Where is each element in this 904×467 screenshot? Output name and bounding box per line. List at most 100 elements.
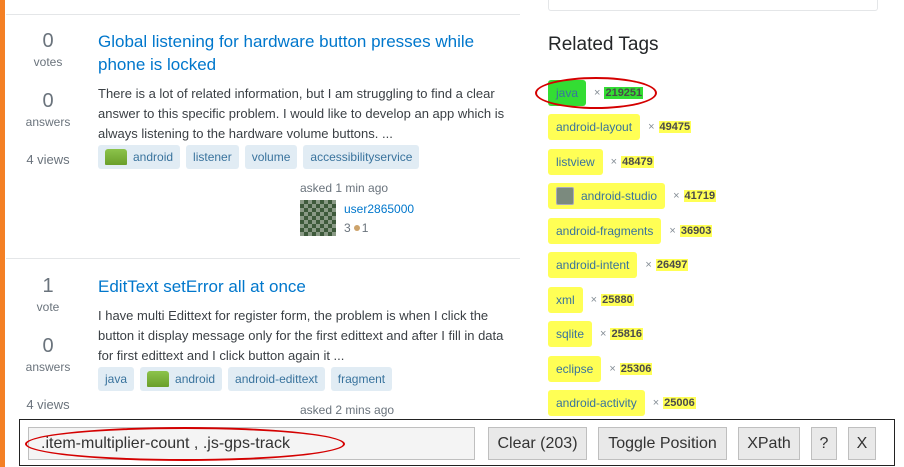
multiplier-sign: × (594, 87, 601, 99)
close-button[interactable]: X (848, 427, 876, 460)
reputation-score: 3 (344, 221, 351, 235)
tag-volume[interactable]: volume (244, 145, 298, 169)
vote-count-number: 1 (42, 275, 54, 297)
multiplier-sign: × (610, 156, 618, 168)
question-tags: android listener volume accessibilityser… (98, 145, 420, 169)
answer-count-label: answers (25, 115, 71, 129)
bronze-badge-icon (353, 225, 360, 232)
related-tag-row: android-layout × 49475 (548, 113, 692, 141)
answer-count-number: 0 (42, 90, 54, 112)
tag-accessibilityservice[interactable]: accessibilityservice (303, 145, 420, 169)
tag-android[interactable]: android (140, 367, 223, 391)
asked-time: asked 2 mins ago (300, 403, 395, 417)
multiplier-sign: × (673, 190, 680, 202)
view-count: 4 views (26, 152, 70, 167)
help-button[interactable]: ? (811, 427, 837, 460)
android-studio-icon (556, 187, 574, 205)
user-reputation: 31 (344, 221, 368, 235)
multiplier-sign: × (652, 397, 660, 409)
item-multiplier-count: 26497 (655, 259, 689, 271)
tag-android-edittext[interactable]: android-edittext (228, 367, 325, 391)
tag-label: android-studio (581, 189, 658, 203)
related-tag-java[interactable]: java (548, 80, 587, 106)
user-name-link[interactable]: user2865000 (344, 202, 414, 216)
question-body: Global listening for hardware button pre… (98, 30, 510, 169)
related-tag-android-layout[interactable]: android-layout (548, 114, 641, 140)
answer-count-label: answers (25, 360, 71, 374)
item-multiplier-count: 48479 (621, 156, 654, 168)
vote-count-label: vote (36, 300, 60, 314)
related-tag-eclipse[interactable]: eclipse (548, 356, 602, 382)
related-tag-sqlite[interactable]: sqlite (548, 321, 593, 347)
user-avatar[interactable] (300, 200, 336, 236)
question-title-link[interactable]: Global listening for hardware button pre… (98, 30, 510, 76)
divider (6, 258, 520, 259)
clear-button[interactable]: Clear (203) (488, 427, 587, 460)
item-multiplier-count: 25306 (619, 363, 653, 375)
related-tags-heading: Related Tags (548, 34, 659, 55)
selector-input[interactable] (28, 427, 475, 460)
xpath-button[interactable]: XPath (738, 427, 800, 460)
question-excerpt: There is a lot of related information, b… (98, 86, 505, 141)
tag-label: android (133, 150, 174, 164)
question-excerpt: I have multi Edittext for register form,… (98, 308, 504, 363)
item-multiplier-count: 49475 (658, 121, 692, 133)
item-multiplier-count: 41719 (683, 190, 717, 202)
related-tag-android-fragments[interactable]: android-fragments (548, 218, 662, 244)
related-tag-row: android-fragments × 36903 (548, 217, 713, 245)
toggle-position-button[interactable]: Toggle Position (598, 427, 727, 460)
vote-count-label: votes (33, 55, 63, 69)
active-question-accent (0, 0, 5, 467)
multiplier-sign: × (590, 294, 598, 306)
android-icon (105, 149, 127, 165)
tag-android[interactable]: android (98, 145, 181, 169)
bronze-badge-count: 1 (361, 221, 369, 235)
related-tag-row: listview × 48479 (548, 148, 654, 176)
question-summary: 0 votes 0 answers 4 views Global listeni… (6, 30, 520, 258)
related-tag-android-studio[interactable]: android-studio (548, 183, 666, 209)
related-tag-row: java × 219251 (548, 79, 644, 107)
item-multiplier-count: 25816 (610, 328, 644, 340)
related-tag-row: android-activity × 25006 (548, 389, 696, 417)
related-tag-xml[interactable]: xml (548, 287, 583, 313)
question-title-line: Global listening for hardware button pre… (98, 32, 475, 51)
question-list: 0 votes 0 answers 4 views Global listeni… (6, 0, 520, 467)
vote-count-number: 0 (42, 30, 54, 52)
multiplier-sign: × (669, 225, 676, 237)
item-multiplier-count: 36903 (679, 225, 713, 237)
question-owner: asked 1 min ago user2865000 31 (300, 181, 500, 241)
question-body: EditText setError all at once I have mul… (98, 275, 510, 391)
related-tag-row: android-studio × 41719 (548, 182, 717, 210)
tag-java[interactable]: java (98, 367, 135, 391)
related-tag-listview[interactable]: listview (548, 149, 603, 175)
asked-time: asked 1 min ago (300, 181, 389, 195)
sidebar-widget (548, 0, 878, 11)
question-tags: java android android-edittext fragment (98, 367, 393, 391)
tag-label: android (175, 372, 216, 386)
vote-count: 0 votes (6, 30, 90, 69)
answer-count: 0 answers (6, 90, 90, 129)
multiplier-sign: × (600, 328, 607, 340)
question-title-line: phone is locked (98, 55, 217, 74)
related-tag-android-activity[interactable]: android-activity (548, 390, 645, 416)
tag-listener[interactable]: listener (186, 145, 239, 169)
multiplier-sign: × (645, 259, 652, 271)
item-multiplier-count: 219251 (604, 87, 644, 99)
related-tag-android-intent[interactable]: android-intent (548, 252, 638, 278)
android-icon (147, 371, 170, 387)
view-count: 4 views (26, 397, 70, 412)
question-title-link[interactable]: EditText setError all at once (98, 275, 510, 298)
answer-count: 0 answers (6, 335, 90, 374)
vote-count: 1 vote (6, 275, 90, 314)
multiplier-sign: × (609, 363, 616, 375)
item-multiplier-count: 25880 (601, 294, 634, 306)
multiplier-sign: × (648, 121, 655, 133)
related-tag-row: android-intent × 26497 (548, 251, 689, 279)
related-tag-row: eclipse × 25306 (548, 355, 653, 383)
selector-toolbar: Clear (203) Toggle Position XPath ? X (19, 419, 895, 466)
tag-fragment[interactable]: fragment (330, 367, 393, 391)
related-tag-row: sqlite × 25816 (548, 320, 644, 348)
related-tag-row: xml × 25880 (548, 286, 634, 314)
answer-count-number: 0 (42, 335, 54, 357)
divider (6, 14, 520, 15)
